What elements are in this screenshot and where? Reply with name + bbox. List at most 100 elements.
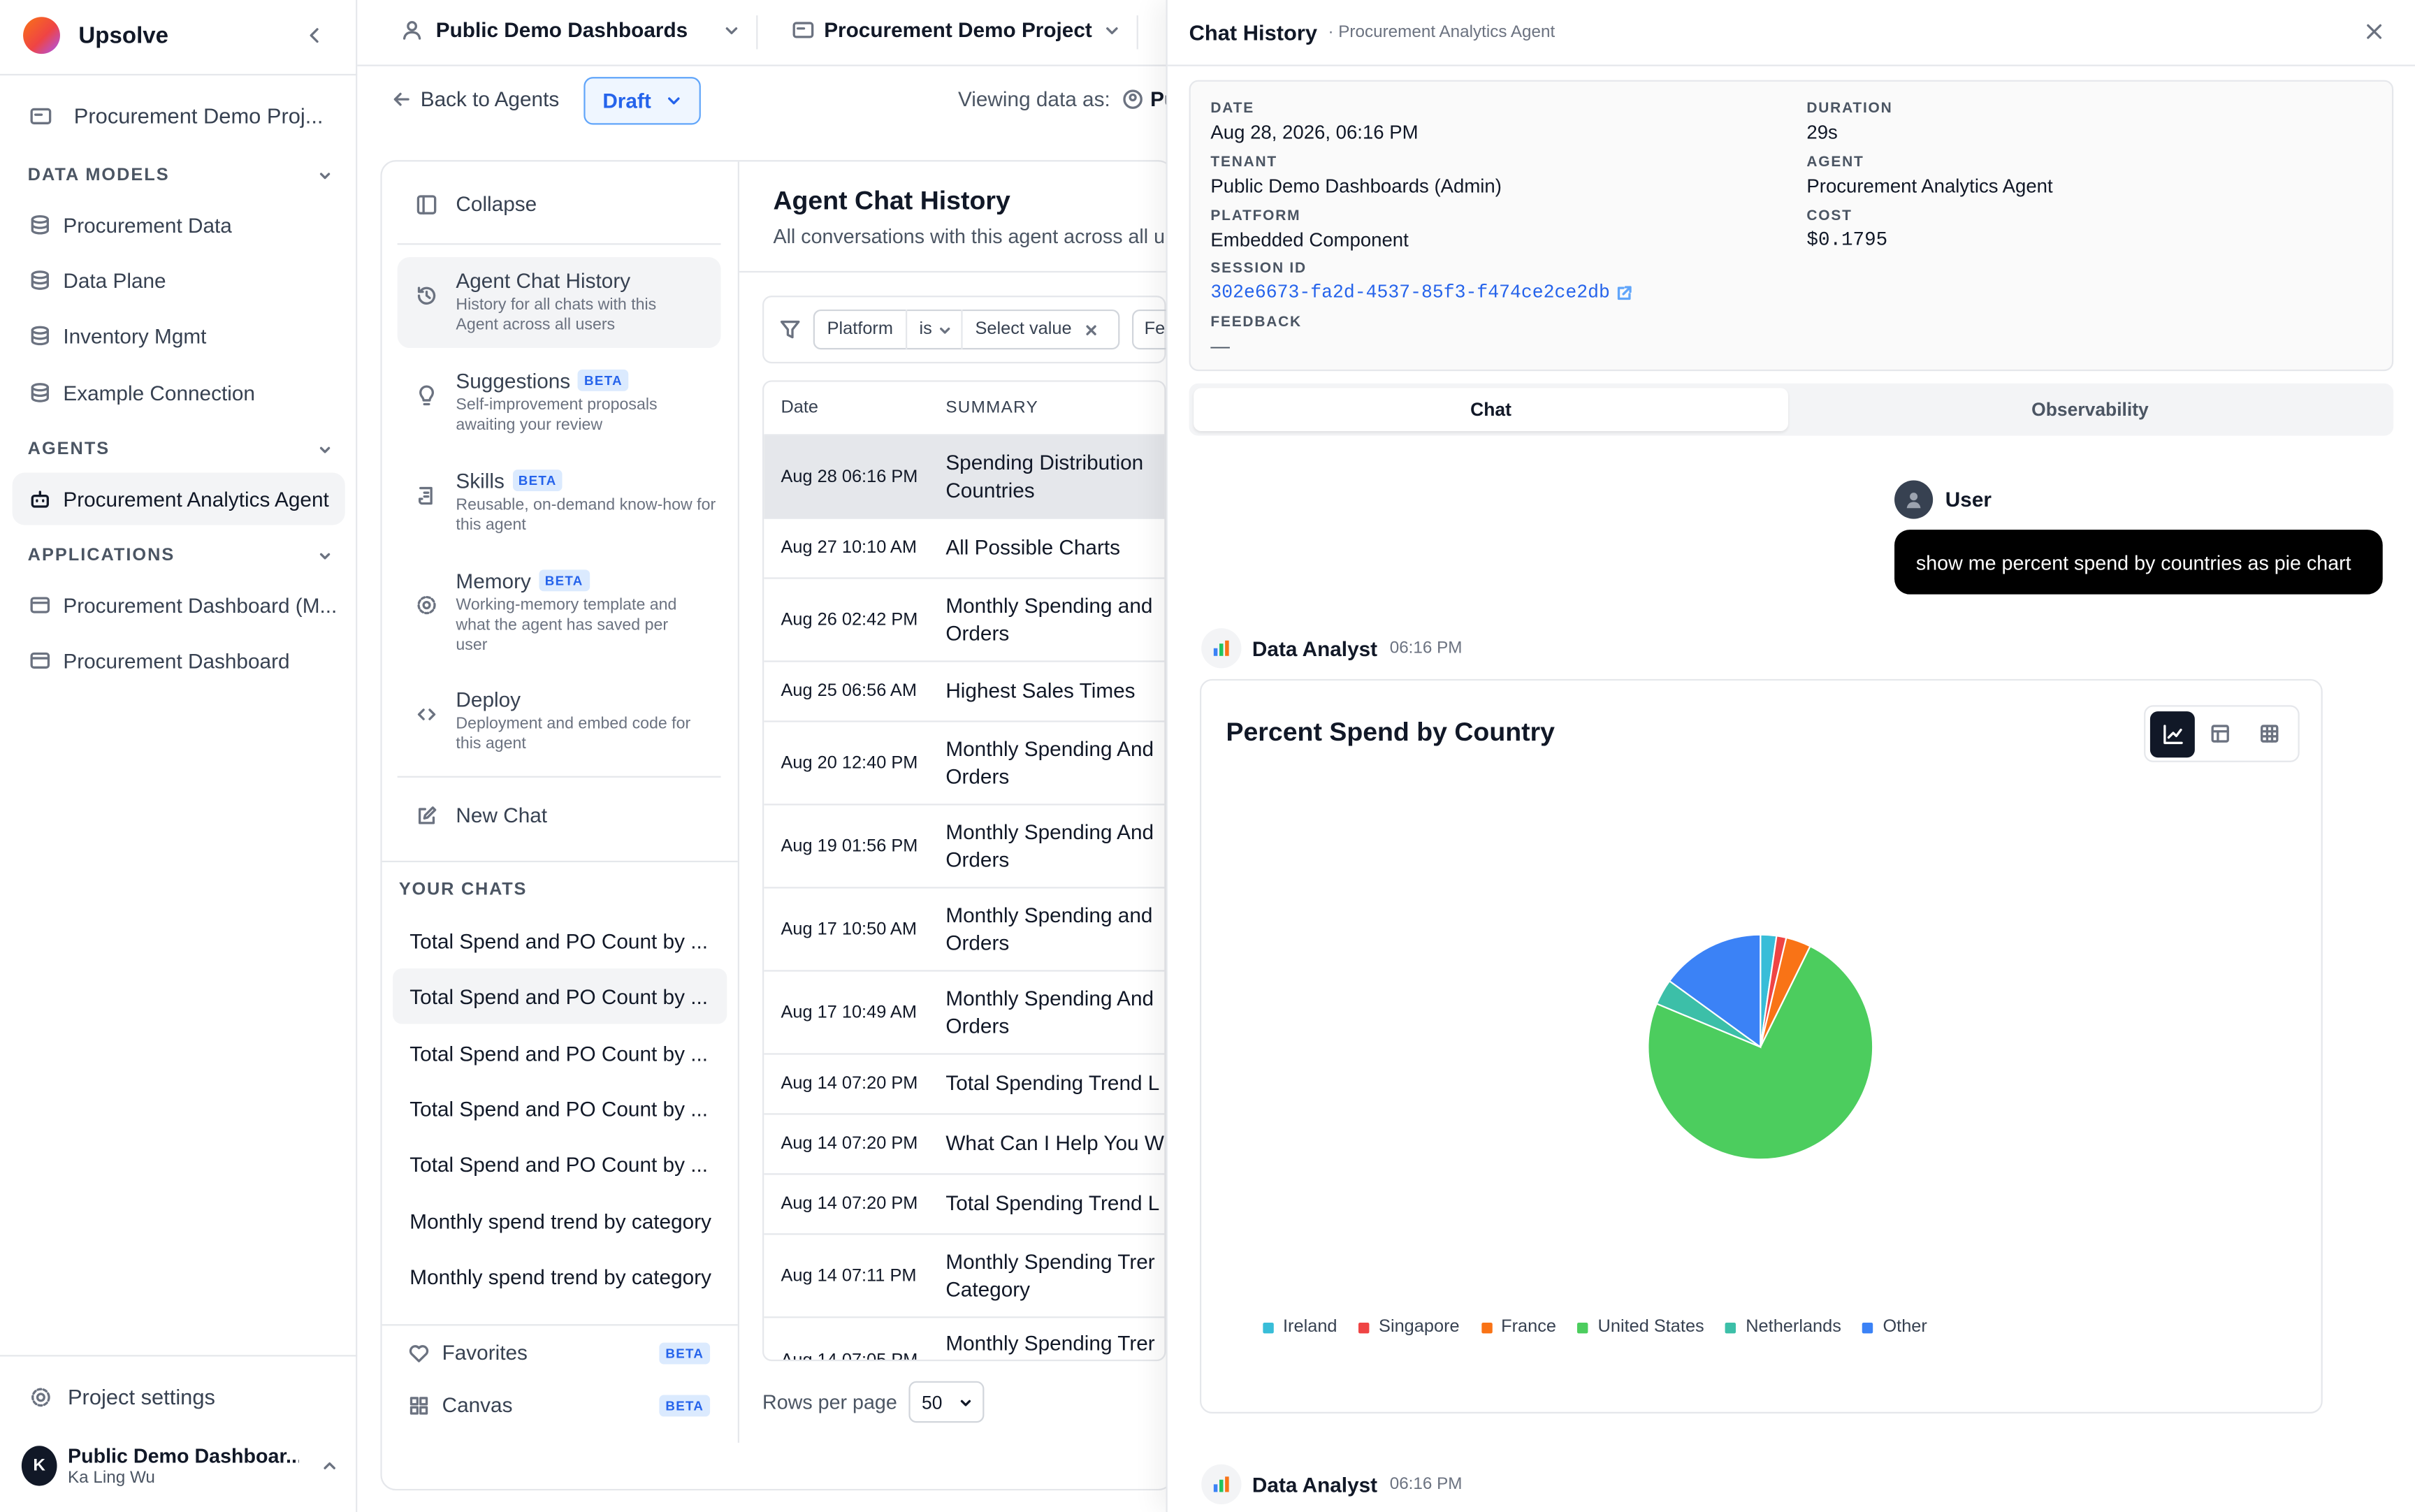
user-avatar-icon <box>1894 480 1934 519</box>
chat-item[interactable]: Total Spend and PO Count by ... <box>393 1081 727 1136</box>
chat-item[interactable]: Monthly spend trend by category <box>393 1193 727 1249</box>
rows-per-page-label: Rows per page <box>762 1390 897 1413</box>
your-chats-title: YOUR CHATS <box>398 880 528 899</box>
table-row[interactable]: Aug 17 10:50 AM Monthly Spending and Orde… <box>764 889 1165 972</box>
sidebar-item-example-connection[interactable]: Example Connection <box>13 366 345 419</box>
new-chat-button[interactable]: New Chat <box>416 804 547 827</box>
legend-label: Ireland <box>1283 1318 1337 1337</box>
legend-item[interactable]: Ireland <box>1263 1318 1337 1337</box>
org-switcher[interactable]: Public Demo Dashboards <box>400 18 740 41</box>
user-message-bubble: show me percent spend by countries as pi… <box>1894 530 2383 595</box>
sidebar-item-label: Data Plane <box>63 268 166 292</box>
project-switcher[interactable]: Procurement Demo Proj... <box>13 89 345 142</box>
project-settings-button[interactable]: Project settings <box>13 1370 345 1423</box>
nav-memory[interactable]: Memory BETA Working-memory template and w… <box>398 558 721 669</box>
chat-item[interactable]: Total Spend and PO Count by ... <box>393 913 727 968</box>
table-row[interactable]: Aug 14 07:11 PM Monthly Spending Trer Cat… <box>764 1235 1165 1318</box>
app-logo[interactable]: Upsolve <box>23 17 168 54</box>
nav-agent-chat-history[interactable]: Agent Chat History History for all chats… <box>397 257 721 349</box>
legend-item[interactable]: Netherlands <box>1725 1318 1841 1337</box>
sidebar-item-procurement-analytics-agent[interactable]: Procurement Analytics Agent <box>12 472 345 525</box>
upsolve-logo-icon <box>23 17 60 54</box>
table-row[interactable]: Aug 14 07:05 PMMonthly Spending Trer <box>764 1318 1164 1360</box>
table-row[interactable]: Aug 14 07:20 PM Total Spending Trend L <box>764 1175 1165 1235</box>
viewing-as[interactable]: Viewing data as: Pu <box>958 88 1177 111</box>
beta-badge: BETA <box>512 470 563 491</box>
grid-icon <box>408 1394 430 1416</box>
legend-item[interactable]: United States <box>1577 1318 1704 1337</box>
meta-date: DATE Aug 28, 2026, 06:16 PM <box>1210 100 1418 143</box>
data-models-header[interactable]: DATA MODELS <box>28 166 333 184</box>
platform-filter-chip[interactable]: Platform is Select value <box>813 309 1120 350</box>
nav-suggestions[interactable]: Suggestions BETA Self-improvement proposa… <box>398 357 721 448</box>
table-row[interactable]: Aug 19 01:56 PM Monthly Spending And Orde… <box>764 806 1165 889</box>
table-row[interactable]: Aug 17 10:49 AM Monthly Spending And Orde… <box>764 972 1165 1055</box>
sidebar-item-procurement-dashboard-m[interactable]: Procurement Dashboard (M... <box>13 579 345 632</box>
divider <box>382 1324 738 1326</box>
chat-item[interactable]: Total Spend and PO Count by ... <box>393 968 727 1024</box>
sidebar-item-data-plane[interactable]: Data Plane <box>13 254 345 307</box>
tab-chat[interactable]: Chat <box>1194 388 1788 432</box>
agents-header[interactable]: AGENTS <box>28 440 333 459</box>
favorites-item[interactable]: Favorites BETA <box>408 1341 711 1364</box>
section-title: DATA MODELS <box>27 166 170 185</box>
legend-item[interactable]: Singapore <box>1358 1318 1460 1337</box>
rows-per-page-select[interactable]: 50 <box>909 1381 985 1423</box>
table-view-button[interactable] <box>2196 711 2245 757</box>
table-row[interactable]: Aug 26 02:42 PM Monthly Spending and Orde… <box>764 579 1165 662</box>
close-icon[interactable] <box>1084 323 1098 337</box>
table-row[interactable]: Aug 14 07:20 PM What Can I Help You W <box>764 1114 1165 1175</box>
sidebar-item-procurement-dashboard[interactable]: Procurement Dashboard <box>13 634 345 687</box>
tab-observability[interactable]: Observability <box>1793 388 2388 431</box>
project-switcher-top[interactable]: Procurement Demo Project <box>792 18 1122 41</box>
status-dropdown[interactable]: Draft <box>583 77 701 125</box>
row-date: Aug 14 07:20 PM <box>781 1075 918 1093</box>
canvas-item[interactable]: Canvas BETA <box>408 1393 711 1416</box>
grid-view-button[interactable] <box>2245 711 2293 757</box>
table-row[interactable]: Aug 25 06:56 AM Highest Sales Times <box>764 662 1165 722</box>
user-menu[interactable]: K Public Demo Dashboar... Ka Ling Wu <box>21 1444 339 1488</box>
chat-item[interactable]: Total Spend and PO Count by ... <box>393 1136 727 1191</box>
nav-skills[interactable]: Skills BETA Reusable, on-demand know-how … <box>398 457 721 548</box>
close-icon[interactable] <box>2364 22 2384 42</box>
chart-view-button[interactable] <box>2149 711 2196 757</box>
table-row[interactable]: Aug 20 12:40 PM Monthly Spending And Orde… <box>764 722 1165 806</box>
scroll-icon <box>416 485 437 536</box>
panel-table-icon <box>2210 724 2231 744</box>
row-date: Aug 26 02:42 PM <box>781 610 918 630</box>
collapse-button[interactable]: Collapse <box>416 192 537 216</box>
chevron-down-icon <box>317 548 333 564</box>
nav-deploy[interactable]: Deploy Deployment and embed code for thi… <box>398 676 721 766</box>
filter-op[interactable]: is <box>907 320 938 338</box>
applications-header[interactable]: APPLICATIONS <box>28 546 333 565</box>
sidebar: Upsolve Procurement Demo Proj... DATA MO… <box>0 0 358 1512</box>
session-link[interactable]: 302e6673-fa2d-4537-85f3-f474ce2ce2db <box>1210 282 1632 303</box>
window-icon <box>29 650 51 671</box>
table-row[interactable]: Aug 14 07:20 PM Total Spending Trend L <box>764 1055 1165 1115</box>
filter-icon[interactable] <box>779 319 801 340</box>
folder-icon <box>29 104 52 127</box>
chat-item[interactable]: Monthly spend trend by category <box>393 1249 727 1304</box>
legend-item[interactable]: Other <box>1862 1318 1927 1337</box>
tabs: Chat Observability <box>1189 383 2394 436</box>
database-icon <box>29 270 51 291</box>
table-row[interactable]: Aug 27 10:10 AM All Possible Charts <box>764 519 1165 579</box>
sidebar-item-procurement-data[interactable]: Procurement Data <box>13 198 345 251</box>
assistant-time: 06:16 PM <box>1389 639 1463 657</box>
folder-icon <box>792 18 815 41</box>
beta-badge: BETA <box>578 369 629 391</box>
back-to-agents-link[interactable]: Back to Agents <box>391 88 559 111</box>
sidebar-item-inventory-mgmt[interactable]: Inventory Mgmt <box>13 310 345 362</box>
filter-value[interactable]: Select value <box>963 320 1084 338</box>
divider <box>1167 64 2415 66</box>
divider <box>739 270 1166 273</box>
meta-label: COST <box>1806 208 1852 225</box>
legend-item[interactable]: France <box>1481 1318 1556 1337</box>
page-title: Agent Chat History <box>773 186 1010 216</box>
collapse-sidebar-icon[interactable] <box>303 24 325 46</box>
table-row[interactable]: Aug 28 06:16 PM Spending Distribution Cou… <box>764 435 1165 519</box>
panel-subtitle: · Procurement Analytics Agent <box>1328 23 1555 42</box>
chat-item[interactable]: Total Spend and PO Count by ... <box>393 1026 727 1081</box>
pagination: Rows per page 50 <box>762 1381 985 1423</box>
app-name: Upsolve <box>78 22 169 49</box>
